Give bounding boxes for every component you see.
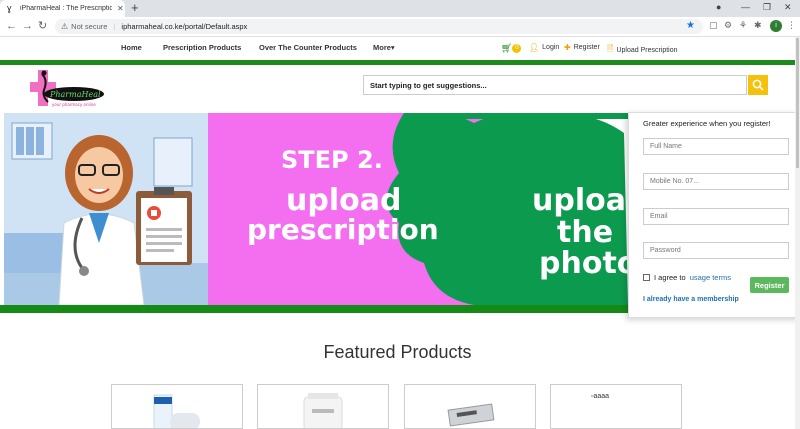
full-name-field[interactable]: Full Name [643,138,789,155]
maximize-icon[interactable]: ❐ [763,2,771,13]
agree-row: I agree to usage terms [643,273,731,282]
puzzle-icon[interactable]: ✱ [754,20,762,31]
site-navbar: Home Prescription Products Over The Coun… [0,37,800,60]
email-field[interactable]: Email [643,208,789,225]
product-card[interactable] [111,384,243,429]
hero-right-3: photo [539,246,638,281]
svg-text:PharmaHeal: PharmaHeal [49,90,101,99]
upload-prescription-link[interactable]: 🗎︎ Upload Prescription [607,43,678,57]
close-tab-icon[interactable]: ✕ [117,4,124,13]
register-panel: Greater experience when you register! Fu… [628,112,800,318]
broken-image-alt-text: aaaa [593,393,610,400]
hero-step-label: STEP 2. [281,146,383,174]
menu-kebab-icon[interactable]: ⋮ [787,20,796,31]
site-favicon-icon: ɣ [7,3,12,13]
product-image [447,403,495,427]
hero-line-2: prescription [247,213,439,246]
product-card[interactable] [404,384,536,429]
site-logo[interactable]: PharmaHeal your pharmacy online [28,68,108,110]
tab-title: iPharmaHeal : The Prescriptions [20,5,112,12]
browser-tab[interactable]: ɣ iPharmaHeal : The Prescriptions ✕ [0,0,125,17]
login-label: Login [542,44,560,51]
product-image [153,394,200,428]
nav-prescription-products[interactable]: Prescription Products [163,43,241,52]
cart-icon: 🛒︎ [501,43,513,53]
membership-link[interactable]: I already have a membership [643,296,739,303]
register-link[interactable]: ✚ Register [564,43,600,52]
separator: | [113,22,116,31]
browser-tab-strip: ɣ iPharmaHeal : The Prescriptions ✕ + ● … [0,0,800,17]
address-bar[interactable]: ⚠ Not secure | ipharmaheal.co.ke/portal/… [55,19,703,34]
scrollbar-thumb[interactable] [796,38,799,168]
nav-otc-products[interactable]: Over The Counter Products [259,43,357,52]
nav-more[interactable]: More▾ [373,43,395,52]
register-label: Register [573,44,600,51]
agree-checkbox[interactable] [643,274,650,281]
product-card[interactable] [257,384,389,429]
mobile-field[interactable]: Mobile No. 07... [643,173,789,190]
password-field[interactable]: Password [643,242,789,259]
cart-link[interactable]: 🛒︎ 0 [501,43,522,54]
svg-text:your pharmacy online: your pharmacy online [52,102,96,107]
close-window-icon[interactable]: ✕ [784,2,792,13]
warning-icon: ⚠ [61,22,69,31]
not-secure-label: Not secure [71,22,108,31]
minimize-icon[interactable]: — [741,2,750,12]
user-icon: 👤︎ [529,43,540,52]
product-image [303,393,343,428]
broken-image-alt: ▫aaaa [591,393,610,400]
extension-icon[interactable]: ⚘ [739,20,747,31]
upload-label: Upload Prescription [616,46,678,54]
search-button[interactable] [748,75,768,95]
profile-menu-icon[interactable]: ● [716,2,721,12]
featured-products-heading: Featured Products [323,342,472,362]
new-tab-icon[interactable]: + [131,1,139,15]
nav-more-label: More [373,43,391,52]
search-icon [752,79,764,91]
cart-count-badge: 0 [512,44,522,53]
agree-label: I agree to [654,273,686,282]
browser-toolbar: ← → ↻ ⚠ Not secure | ipharmaheal.co.ke/p… [0,17,800,37]
profile-avatar[interactable]: i [770,20,782,32]
document-icon: 🗎︎ [607,44,614,53]
nav-divider [0,60,795,65]
back-icon[interactable]: ← [6,20,17,32]
hero-right-2: the [557,215,614,250]
caret-down-icon: ▾ [390,43,395,52]
search-input[interactable]: Start typing to get suggestions... [363,75,747,95]
register-panel-title: Greater experience when you register! [643,119,771,128]
bookmark-star-icon[interactable]: ★ [686,20,695,31]
register-button[interactable]: Register [750,277,789,293]
extension-icon[interactable]: ▢ [709,20,718,31]
extension-icon[interactable]: ⚙ [724,20,732,31]
login-link[interactable]: 👤︎ Login [529,43,559,52]
product-card[interactable]: ▫aaaa [550,384,682,429]
url-text: ipharmaheal.co.ke/portal/Default.aspx [121,22,248,31]
forward-icon[interactable]: → [22,20,33,32]
plus-icon: ✚ [564,43,571,52]
reload-icon[interactable]: ↻ [38,20,47,32]
usage-terms-link[interactable]: usage terms [690,273,731,282]
nav-home[interactable]: Home [121,43,142,52]
